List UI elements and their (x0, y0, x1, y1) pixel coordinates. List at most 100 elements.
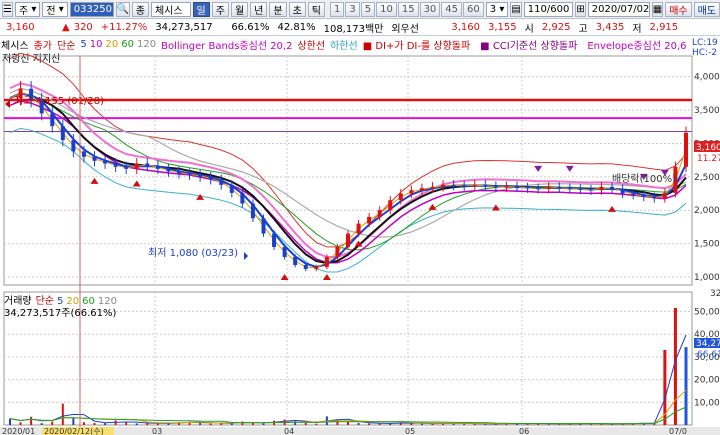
period-button-0[interactable]: 주 (211, 1, 229, 17)
volume-bar (93, 422, 96, 425)
minute-button-7[interactable]: 60 (463, 1, 484, 17)
volume-bar (632, 422, 635, 425)
second-price: 3,155 (488, 21, 517, 33)
minute-select-value: 3 (489, 3, 497, 15)
signal-arrow (534, 165, 543, 172)
right-tag-hc: HC:-2 (692, 48, 718, 58)
candle-body (525, 187, 530, 189)
legend-ma120[interactable]: 120 (137, 39, 156, 50)
period-button-4[interactable]: 초 (288, 1, 306, 17)
volume-bar (558, 424, 561, 425)
legend-ma10[interactable]: 10 (90, 39, 103, 50)
legend-di[interactable]: ■ DI+가 DI-를 상향돌파 (363, 37, 475, 52)
period-button-2[interactable]: 년 (250, 1, 268, 17)
count-field[interactable]: 110/600 (523, 1, 574, 17)
signal-arrow (90, 177, 99, 184)
date-field[interactable]: 2020/07/02 (587, 1, 650, 17)
candle-body (472, 184, 477, 187)
low-label: 시 (524, 23, 534, 35)
volume-bar (410, 423, 413, 425)
candle-body (388, 200, 393, 211)
pref-label: 외우선 (391, 23, 419, 35)
candle-body (250, 203, 255, 219)
minute-button-0[interactable]: 1 (329, 1, 345, 17)
candle-body (631, 193, 636, 195)
indicator-legend: 체시스 종가 단순 5 10 20 60 120 Bollinger Bands… (0, 37, 720, 52)
x-axis-label: 07/0 (669, 427, 687, 435)
x-axis-bar (0, 427, 720, 435)
volume-bar (547, 423, 550, 425)
candle-body (673, 166, 678, 193)
volume-bar (484, 424, 487, 425)
volume-bar (156, 423, 159, 425)
legend-di-text: DI+가 DI-를 상향돌파 (375, 40, 471, 52)
volume-bar (315, 423, 318, 425)
volume-bar (9, 418, 11, 425)
ma10-line (9, 92, 687, 269)
period-button-3[interactable]: 분 (269, 1, 287, 17)
legend-lower[interactable]: 하한선 (330, 37, 358, 52)
minute-button-6[interactable]: 45 (441, 1, 463, 17)
candle-body (282, 246, 287, 257)
legend-ma5[interactable]: 5 (80, 39, 86, 50)
volume-bar (167, 423, 170, 425)
volume-bar (125, 422, 128, 425)
candle-body (483, 184, 488, 187)
candle-body (155, 166, 160, 169)
minute-button-2[interactable]: 5 (360, 1, 376, 17)
minute-button-1[interactable]: 3 (345, 1, 360, 17)
legend-ma60[interactable]: 60 (121, 39, 134, 50)
candle-body (652, 196, 657, 199)
minute-button-3[interactable]: 10 (376, 1, 397, 17)
x-axis-label: 06 (519, 427, 529, 435)
volume-bar (251, 422, 254, 425)
volume-bar (431, 423, 434, 425)
low-marker-arrow (244, 252, 248, 260)
volume-bar (40, 423, 43, 425)
volume-bar (642, 423, 645, 425)
volume-bar (420, 423, 423, 425)
legend-ma20[interactable]: 20 (106, 39, 119, 50)
legend-envelope[interactable]: Envelope중심선 20,6 (587, 37, 686, 52)
chart-settings-icon[interactable]: ▤ (510, 1, 522, 17)
minute-button-5[interactable]: 30 (419, 1, 441, 17)
minute-select[interactable]: 3 ▾ (485, 1, 509, 17)
buy-button[interactable]: 매수 (665, 1, 692, 17)
stock-name-field[interactable]: 체시스 (150, 1, 191, 17)
price-tick-label: 1,000 (694, 273, 720, 283)
stock-code-input[interactable]: 033250 (69, 1, 114, 17)
volume-bar (621, 423, 624, 425)
signal-arrow (354, 240, 363, 247)
price-tag-bg (694, 141, 720, 152)
candle-body (177, 171, 181, 174)
candle-body (39, 100, 44, 114)
zoom-icon[interactable]: ⊞ (575, 1, 586, 17)
candle-body (557, 186, 562, 189)
signal-arrow (428, 203, 437, 210)
candle-body (430, 186, 435, 189)
period-button-1[interactable]: 월 (230, 1, 249, 17)
calendar-icon[interactable]: ▦ (651, 1, 664, 17)
search-icon[interactable]: 🔍 (115, 1, 130, 17)
screen-menu-icon[interactable]: ☰ (2, 1, 13, 17)
volume-bar (19, 422, 22, 425)
sell-button[interactable]: 매도 (693, 1, 720, 17)
up-arrow-icon: ▲ (62, 21, 70, 33)
legend-bollinger[interactable]: Bollinger Bands중심선 20,2 (161, 37, 292, 52)
signal-arrow (322, 273, 331, 280)
price-chart[interactable]: 4,000 3,500 3,000 2,500 2,000 1,500 1,000 50,00… (0, 0, 720, 435)
legend-upper[interactable]: 상한선 (297, 37, 325, 52)
chart-type-button[interactable]: 종 (131, 1, 149, 17)
legend-cci[interactable]: ■ CCI기준선 상향돌파 (480, 37, 582, 52)
period-button-5[interactable]: 틱 (307, 1, 325, 17)
menu-dropdown[interactable]: 주 ▾ (14, 1, 41, 17)
volume-pct-1: 66.61% (231, 21, 270, 33)
dividend-annotation: 배당락(100%) (612, 173, 676, 185)
volume-bar (273, 420, 276, 425)
day-button[interactable]: 일 (192, 1, 210, 17)
minute-button-4[interactable]: 15 (397, 1, 419, 17)
signal-arrow (491, 204, 500, 211)
candle-body (208, 176, 213, 180)
high-label: 고 (578, 23, 588, 35)
market-dropdown[interactable]: 전 ▾ (42, 1, 68, 17)
